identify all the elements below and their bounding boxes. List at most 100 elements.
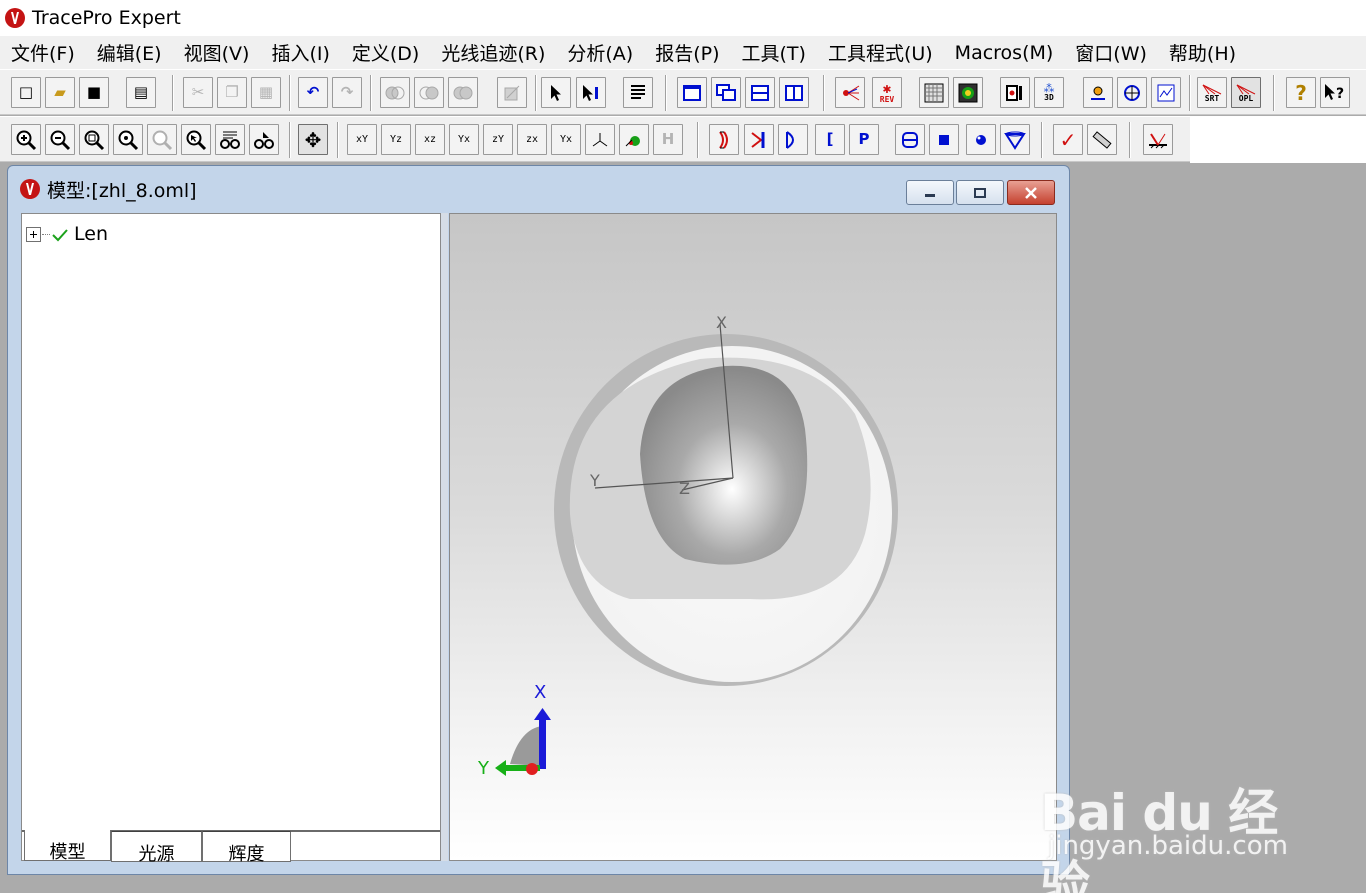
minimize-button[interactable]	[906, 180, 954, 205]
ray-sorting-button[interactable]	[1000, 77, 1030, 108]
boolean-subtract-button[interactable]	[414, 77, 444, 108]
tab-model[interactable]: 模型	[24, 830, 111, 863]
insert-bracket-button[interactable]: [	[815, 124, 845, 155]
select-surface-button[interactable]	[576, 77, 606, 108]
sweep-button[interactable]	[497, 77, 527, 108]
rotate-view-2-button[interactable]	[249, 124, 279, 155]
boolean-union-button[interactable]	[380, 77, 410, 108]
copy-button[interactable]: ❐	[217, 77, 247, 108]
insert-mirror-button[interactable]	[744, 124, 774, 155]
polarization-button[interactable]	[1117, 77, 1147, 108]
menu-raytrace[interactable]: 光线追迹(R)	[430, 39, 556, 66]
3d-viewport[interactable]: X Y Z X Y	[449, 213, 1057, 861]
triad-y-label: Y	[477, 758, 490, 779]
axis-triad-icon	[592, 132, 608, 146]
hidden-line-button[interactable]: H	[653, 124, 683, 155]
paste-button[interactable]: ▦	[251, 77, 281, 108]
window-tile-horizontal-button[interactable]	[745, 77, 775, 108]
insert-reflector-button[interactable]	[778, 124, 808, 155]
toolbar-separator	[370, 75, 372, 111]
model-render: X Y Z X Y	[477, 313, 898, 779]
view-zx-button[interactable]: zx	[517, 124, 547, 155]
menu-tools[interactable]: 工具(T)	[731, 39, 817, 66]
pan-button[interactable]: ✥	[298, 124, 328, 155]
tree-node-len[interactable]: Len	[26, 222, 108, 246]
view-yz-button[interactable]: Yz	[381, 124, 411, 155]
view-yxz-button[interactable]: Yx	[551, 124, 581, 155]
menu-file[interactable]: 文件(F)	[0, 39, 86, 66]
menu-edit[interactable]: 编辑(E)	[86, 39, 173, 66]
new-file-button[interactable]: □	[11, 77, 41, 108]
trace-rays-button[interactable]	[835, 77, 865, 108]
simulation-srt-button[interactable]: SRT	[1197, 77, 1227, 108]
insert-block-button[interactable]	[929, 124, 959, 155]
zoom-window-button[interactable]	[79, 124, 109, 155]
toolbar-separator	[1041, 122, 1043, 158]
3d-irradiance-button[interactable]: ⁂ 3D	[1034, 77, 1064, 108]
candela-plot-button[interactable]	[953, 77, 983, 108]
view-zy-button[interactable]: zY	[483, 124, 513, 155]
surface-property-button[interactable]	[1143, 124, 1173, 155]
render-mode-button[interactable]	[619, 124, 649, 155]
insert-cone-button[interactable]	[1000, 124, 1030, 155]
block-icon	[939, 134, 949, 145]
zoom-previous-button[interactable]	[147, 124, 177, 155]
properties-button[interactable]	[623, 77, 653, 108]
toolbar-separator	[337, 122, 339, 158]
boolean-intersect-button[interactable]	[448, 77, 478, 108]
insert-lens-button[interactable]	[709, 124, 739, 155]
save-button[interactable]: ■	[79, 77, 109, 108]
irradiance-map-button[interactable]	[919, 77, 949, 108]
simulation-opl-button[interactable]: OPL	[1231, 77, 1261, 108]
window-cascade-button[interactable]	[711, 77, 741, 108]
measure-button[interactable]	[1087, 124, 1117, 155]
zoom-in-button[interactable]	[11, 124, 41, 155]
copy-icon: ❐	[225, 83, 239, 101]
zoom-all-button[interactable]	[113, 124, 143, 155]
cut-button[interactable]: ✂	[183, 77, 213, 108]
view-xz-button[interactable]: xz	[415, 124, 445, 155]
menu-view[interactable]: 视图(V)	[173, 39, 261, 66]
tab-luminance[interactable]: 辉度	[202, 831, 291, 865]
check-button[interactable]: ✓	[1053, 124, 1083, 155]
help-button[interactable]: ?	[1286, 77, 1316, 108]
undo-button[interactable]: ↶	[298, 77, 328, 108]
open-file-button[interactable]: ▰	[45, 77, 75, 108]
close-button[interactable]	[1007, 180, 1055, 205]
select-pointer-button[interactable]	[541, 77, 571, 108]
plot-chart-button[interactable]	[1151, 77, 1181, 108]
zoom-selection-button[interactable]	[181, 124, 211, 155]
menu-macros[interactable]: Macros(M)	[944, 42, 1065, 64]
menu-utilities[interactable]: 工具程式(U)	[817, 39, 944, 66]
insert-prism-button[interactable]: P	[849, 124, 879, 155]
menu-help[interactable]: 帮助(H)	[1158, 39, 1247, 66]
menu-reports[interactable]: 报告(P)	[644, 39, 730, 66]
toolbar-separator	[697, 122, 699, 158]
expand-plus-icon[interactable]	[26, 226, 41, 242]
zoom-out-button[interactable]	[45, 124, 75, 155]
menu-insert[interactable]: 插入(I)	[260, 39, 340, 66]
trace-rev-button[interactable]: ✱ REV	[872, 77, 902, 108]
source-preview-button[interactable]	[1083, 77, 1113, 108]
document-title: 模型:[zhl_8.oml]	[47, 179, 197, 202]
view-xy-button[interactable]: xY	[347, 124, 377, 155]
menu-window[interactable]: 窗口(W)	[1064, 39, 1158, 66]
tab-sources[interactable]: 光源	[111, 831, 202, 865]
view-isometric-button[interactable]	[585, 124, 615, 155]
scissors-icon: ✂	[191, 83, 205, 101]
menu-define[interactable]: 定义(D)	[341, 39, 430, 66]
context-help-button[interactable]: ?	[1320, 77, 1350, 108]
insert-tube-button[interactable]	[895, 124, 925, 155]
window-tile-vertical-button[interactable]	[779, 77, 809, 108]
menu-analysis[interactable]: 分析(A)	[556, 39, 644, 66]
window-single-button[interactable]	[677, 77, 707, 108]
restore-button[interactable]	[956, 180, 1004, 205]
insert-sphere-button[interactable]	[966, 124, 996, 155]
pane-splitter[interactable]	[441, 213, 448, 861]
redo-button[interactable]: ↷	[332, 77, 362, 108]
view-yx-button[interactable]: Yx	[449, 124, 479, 155]
sphere-icon	[976, 134, 986, 145]
toolbar-separator	[289, 75, 291, 111]
print-button[interactable]: ▤	[126, 77, 156, 108]
rotate-view-button[interactable]	[215, 124, 245, 155]
